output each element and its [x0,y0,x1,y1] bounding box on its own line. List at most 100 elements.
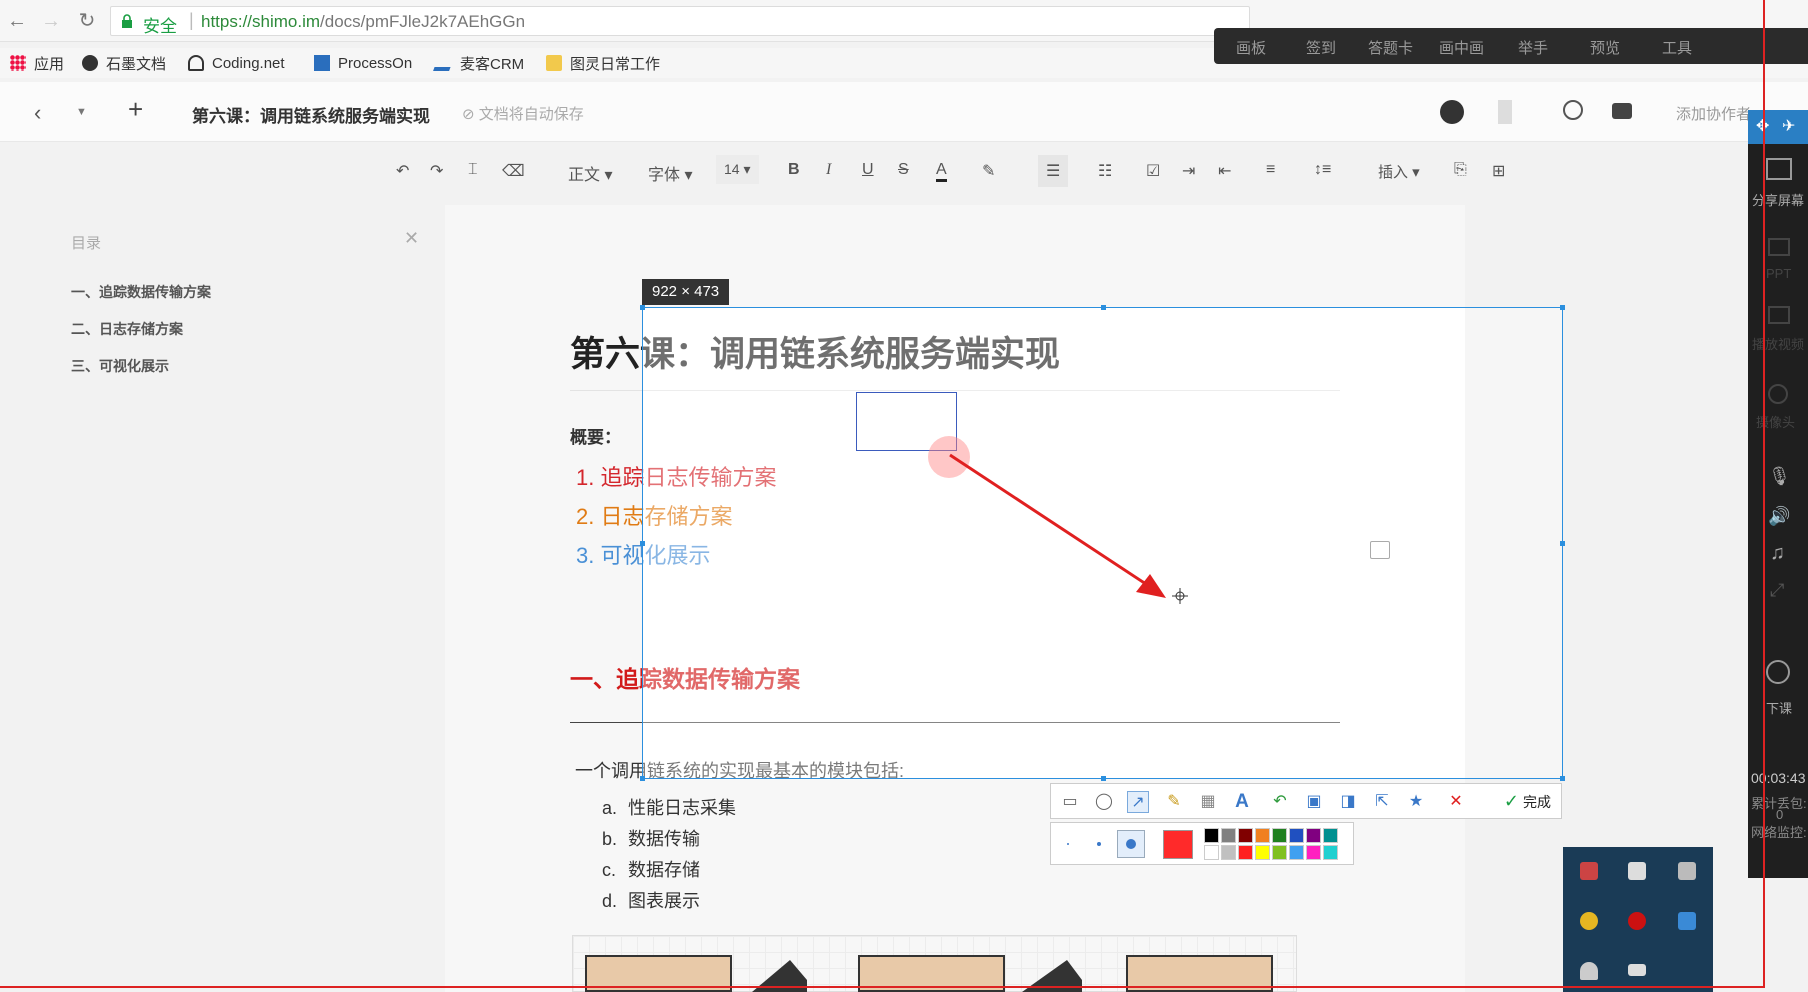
toc-item[interactable]: 二、日志存储方案 [71,319,183,339]
color-swatch[interactable] [1323,828,1338,843]
chat-icon[interactable] [1612,103,1632,119]
color-swatch[interactable] [1204,828,1219,843]
size-medium-option[interactable] [1097,842,1101,846]
color-swatch[interactable] [1238,845,1253,860]
done-button[interactable]: ✓ 完成 [1504,791,1551,812]
color-swatch[interactable] [1255,845,1270,860]
save-icon[interactable]: ▣ [1303,791,1325,813]
tray-notify-icon[interactable] [1580,962,1598,980]
tool-raise-hand[interactable]: 举手 [1518,37,1548,58]
camera-icon[interactable] [1768,384,1788,404]
speaker-icon[interactable]: 🔊 [1768,506,1790,527]
resize-handle[interactable] [1101,305,1106,310]
bold-icon[interactable]: B [788,161,800,179]
fullscreen-icon[interactable]: ⤢ [1770,580,1784,601]
line-height-icon[interactable]: ↕≡ [1314,161,1331,179]
bookmark-maike[interactable]: 麦客CRM [433,52,524,74]
cancel-icon[interactable]: ✕ [1445,791,1467,813]
format-painter-icon[interactable]: ⌶ [468,161,478,179]
font-select[interactable]: 字体 ▾ [648,161,693,185]
font-size-select[interactable]: 14 ▾ [716,155,759,184]
indent-icon[interactable]: ⇥ [1182,161,1195,181]
url-bar[interactable]: 安全 | https://shimo.im/docs/pmFJleJ2k7AEh… [110,6,1250,36]
tool-pip[interactable]: 画中画 [1439,37,1484,58]
strikethrough-icon[interactable]: S [898,161,909,179]
tool-answer-card[interactable]: 答题卡 [1368,37,1413,58]
video-icon[interactable] [1768,306,1790,324]
color-swatch[interactable] [1204,845,1219,860]
video-label[interactable]: 播放视频 [1752,334,1804,353]
ppt-icon[interactable] [1768,238,1790,256]
insert-menu[interactable]: 插入 ▾ [1378,161,1420,182]
color-swatch[interactable] [1255,828,1270,843]
tray-volume-icon[interactable] [1678,862,1696,880]
comment-icon[interactable]: ⊞ [1492,161,1505,181]
share-icon[interactable]: ⇱ [1371,791,1393,813]
close-icon[interactable]: ✕ [404,228,419,249]
undo-icon[interactable]: ↶ [396,161,409,181]
star-icon[interactable]: ★ [1405,791,1427,813]
pen-tool-icon[interactable]: ✎ [1163,791,1185,813]
resize-handle[interactable] [1560,305,1565,310]
toc-item[interactable]: 三、可视化展示 [71,356,169,376]
history-icon[interactable]: ⎘ [1454,161,1467,179]
color-swatch[interactable] [1272,845,1287,860]
color-swatch[interactable] [1289,845,1304,860]
style-select[interactable]: 正文 ▾ [568,161,613,185]
color-swatch[interactable] [1272,828,1287,843]
resize-handle[interactable] [640,305,645,310]
url-text[interactable]: https://shimo.im/docs/pmFJleJ2k7AEhGGn [201,12,525,32]
resize-handle[interactable] [1560,541,1565,546]
tray-network-icon[interactable] [1628,862,1646,880]
eraser-icon[interactable]: ⌫ [502,161,525,181]
add-collaborator-button[interactable]: 添加协作者 [1676,103,1751,124]
music-icon[interactable]: ♫ [1770,542,1785,565]
mosaic-tool-icon[interactable]: ▦ [1197,791,1219,813]
underline-icon[interactable]: U [862,161,874,179]
ppt-label[interactable]: PPT [1766,266,1791,281]
bullet-list-icon[interactable]: ☷ [1098,161,1112,181]
text-color-icon[interactable]: A [936,161,947,182]
avatar[interactable] [1440,100,1464,124]
back-icon[interactable]: ← [6,10,28,32]
resize-handle[interactable] [1101,776,1106,781]
rect-tool-icon[interactable]: ▭ [1059,791,1081,813]
tool-preview[interactable]: 预览 [1590,37,1620,58]
color-swatch[interactable] [1306,828,1321,843]
arrow-tool-icon[interactable]: ↗ [1127,791,1149,813]
color-swatch[interactable] [1238,828,1253,843]
pin-icon[interactable]: ◨ [1337,791,1359,813]
chevron-down-icon[interactable]: ▼ [76,106,100,130]
play-icon[interactable] [1563,100,1583,120]
size-small-option[interactable] [1067,843,1069,845]
tray-record-icon[interactable] [1628,912,1646,930]
share-screen-icon[interactable] [1766,158,1792,180]
text-tool-icon[interactable]: A [1231,791,1253,813]
tool-checkin[interactable]: 签到 [1306,37,1336,58]
end-class-icon[interactable] [1766,660,1790,684]
send-icon[interactable]: ✈ [1782,116,1795,136]
redo-icon[interactable]: ↷ [430,161,443,181]
resize-handle[interactable] [640,776,645,781]
forward-icon[interactable]: → [40,10,62,32]
annotation-arrow[interactable] [940,450,1190,610]
highlight-icon[interactable]: ✎ [982,161,995,181]
color-swatch[interactable] [1289,828,1304,843]
bookmark-processon[interactable]: ProcessOn [314,52,412,74]
tray-app-icon[interactable] [1580,862,1598,880]
bookmark-icon[interactable] [1498,100,1512,124]
bookmark-shimo[interactable]: 石墨文档 [82,52,166,74]
back-arrow-icon[interactable]: ‹ [34,100,58,125]
tool-tools[interactable]: 工具 [1662,37,1692,58]
bookmark-coding[interactable]: Coding.net [188,52,285,74]
color-swatch[interactable] [1221,845,1236,860]
camera-label[interactable]: 摄像头 [1756,412,1795,431]
reload-icon[interactable]: ↻ [76,10,98,32]
resize-handle[interactable] [640,541,645,546]
align-icon[interactable]: ≡ [1266,161,1275,179]
resize-handle[interactable] [1560,776,1565,781]
italic-icon[interactable]: I [826,161,831,179]
outdent-icon[interactable]: ⇤ [1218,161,1231,181]
add-comment-icon[interactable] [1370,541,1390,559]
color-swatch[interactable] [1221,828,1236,843]
